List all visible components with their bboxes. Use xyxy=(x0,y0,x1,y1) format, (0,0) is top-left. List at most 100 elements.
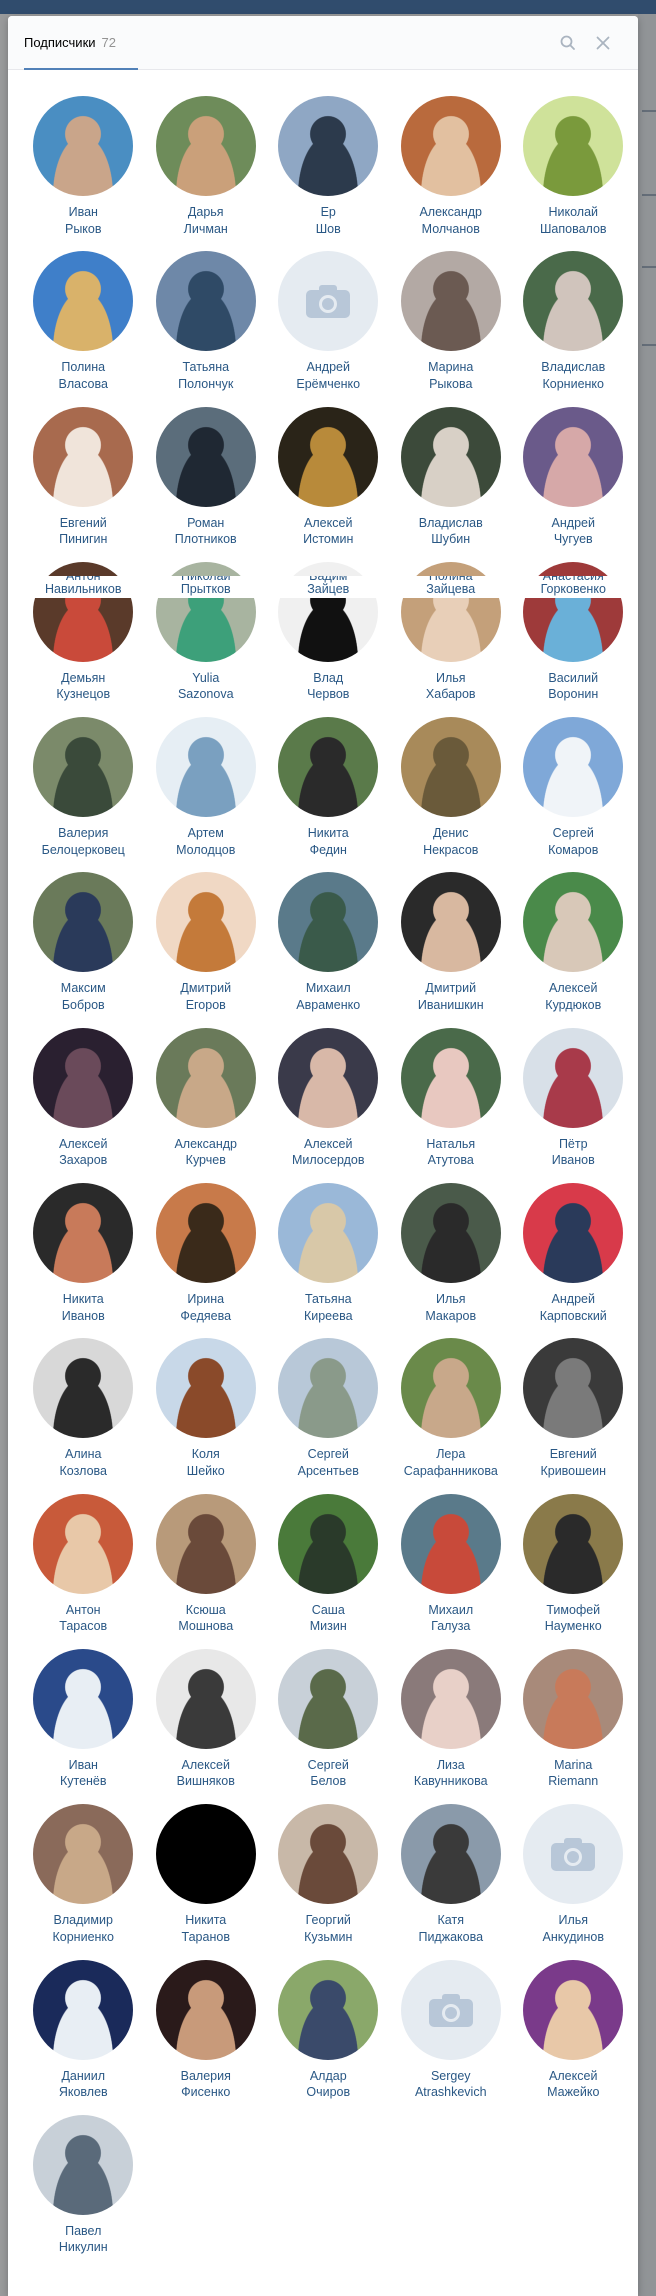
avatar[interactable] xyxy=(155,1804,256,1905)
follower-card[interactable]: Алексей Захаров xyxy=(22,1027,145,1183)
follower-name[interactable]: Катя Пиджакова xyxy=(392,1912,510,1945)
avatar[interactable] xyxy=(523,1338,624,1439)
avatar[interactable] xyxy=(278,406,379,507)
follower-name[interactable]: Даниил Яковлев xyxy=(24,2068,142,2101)
follower-card[interactable]: Сергей Комаров xyxy=(512,717,635,872)
follower-name[interactable]: Никита Таранов xyxy=(147,1912,265,1945)
follower-card[interactable]: Дмитрий Егоров xyxy=(145,872,268,1027)
follower-name[interactable]: Александр Молчанов xyxy=(392,204,510,237)
avatar[interactable] xyxy=(155,1493,256,1594)
follower-name[interactable]: Алдар Очиров xyxy=(269,2068,387,2101)
overlapping-name[interactable]: Вадим Зайцев xyxy=(267,576,390,598)
follower-card[interactable]: Дарья Личман xyxy=(145,96,268,251)
avatar[interactable] xyxy=(155,872,256,973)
avatar[interactable] xyxy=(155,1338,256,1439)
avatar[interactable] xyxy=(523,251,624,352)
follower-card[interactable]: Владислав Корниенко xyxy=(512,251,635,406)
avatar[interactable] xyxy=(278,1959,379,2060)
follower-name[interactable]: Дмитрий Иванишкин xyxy=(392,980,510,1013)
follower-name[interactable]: Лера Сарафанникова xyxy=(392,1446,510,1479)
follower-name[interactable]: Yulia Sazonova xyxy=(147,670,265,703)
avatar[interactable] xyxy=(155,96,256,196)
follower-card[interactable]: Sergey Atrashkevich xyxy=(390,1959,513,2115)
avatar[interactable] xyxy=(33,717,134,818)
follower-name[interactable]: Ирина Федяева xyxy=(147,1291,265,1324)
avatar[interactable] xyxy=(400,1804,501,1905)
follower-card[interactable]: Сергей Арсентьев xyxy=(267,1338,390,1493)
follower-name[interactable]: Михаил Авраменко xyxy=(269,980,387,1013)
follower-name[interactable]: Алексей Истомин xyxy=(269,515,387,548)
follower-card[interactable]: Никита Иванов xyxy=(22,1183,145,1338)
follower-name[interactable]: Илья Анкудинов xyxy=(514,1912,632,1945)
avatar[interactable] xyxy=(523,96,624,196)
follower-card[interactable]: Денис Некрасов xyxy=(390,717,513,872)
follower-name[interactable]: Лиза Кавунникова xyxy=(392,1757,510,1790)
follower-name[interactable]: Дмитрий Егоров xyxy=(147,980,265,1013)
follower-card[interactable]: Полина Власова xyxy=(22,251,145,406)
follower-card[interactable]: Николай Шаповалов xyxy=(512,96,635,251)
follower-card[interactable]: Татьяна Полончук xyxy=(145,251,268,406)
follower-name[interactable]: Андрей Карповский xyxy=(514,1291,632,1324)
follower-name[interactable]: Георгий Кузьмин xyxy=(269,1912,387,1945)
follower-card[interactable]: Андрей Карповский xyxy=(512,1183,635,1338)
follower-name[interactable]: Илья Макаров xyxy=(392,1291,510,1324)
follower-name[interactable]: Ксюша Мошнова xyxy=(147,1602,265,1635)
follower-name[interactable]: Андрей Чугуев xyxy=(514,515,632,548)
follower-name[interactable]: Антон Тарасов xyxy=(24,1602,142,1635)
avatar[interactable] xyxy=(400,1648,501,1749)
follower-card[interactable]: Владислав Шубин xyxy=(390,406,513,562)
follower-card[interactable]: Алексей Вишняков xyxy=(145,1648,268,1804)
avatar[interactable] xyxy=(400,1183,501,1284)
avatar[interactable] xyxy=(523,1027,624,1128)
follower-name[interactable]: Валерия Фисенко xyxy=(147,2068,265,2101)
follower-name[interactable]: Татьяна Полончук xyxy=(147,359,265,392)
avatar[interactable] xyxy=(278,1183,379,1284)
follower-card[interactable]: Антон Тарасов xyxy=(22,1493,145,1649)
follower-name[interactable]: Владислав Шубин xyxy=(392,515,510,548)
follower-card[interactable]: Артем Молодцов xyxy=(145,717,268,872)
follower-card[interactable]: Андрей Ерёмченко xyxy=(267,251,390,406)
follower-name[interactable]: Валерия Белоцерковец xyxy=(24,825,142,858)
follower-name[interactable]: Марина Рыкова xyxy=(392,359,510,392)
follower-card[interactable]: Алексей Истомин xyxy=(267,406,390,562)
follower-card[interactable]: Михаил Галуза xyxy=(390,1493,513,1649)
follower-card[interactable]: Максим Бобров xyxy=(22,872,145,1027)
avatar[interactable] xyxy=(155,1959,256,2060)
follower-card[interactable]: Павел Никулин xyxy=(22,2114,145,2270)
overlapping-name[interactable]: Анастасия Горковенко xyxy=(512,576,635,598)
avatar[interactable] xyxy=(278,717,379,818)
follower-name[interactable]: Евгений Пинигин xyxy=(24,515,142,548)
follower-name[interactable]: Полина Власова xyxy=(24,359,142,392)
avatar[interactable] xyxy=(523,1959,624,2060)
follower-name[interactable]: Сергей Белов xyxy=(269,1757,387,1790)
avatar[interactable] xyxy=(33,1493,134,1594)
avatar-placeholder[interactable] xyxy=(278,251,379,352)
follower-card[interactable]: Алексей Мажейко xyxy=(512,1959,635,2115)
follower-name[interactable]: Sergey Atrashkevich xyxy=(392,2068,510,2101)
follower-name[interactable]: Коля Шейко xyxy=(147,1446,265,1479)
follower-card[interactable]: Алексей Милосердов xyxy=(267,1027,390,1183)
follower-card[interactable]: Алина Козлова xyxy=(22,1338,145,1493)
follower-name[interactable]: Алина Козлова xyxy=(24,1446,142,1479)
avatar[interactable] xyxy=(523,406,624,507)
follower-card[interactable]: Роман Плотников xyxy=(145,406,268,562)
follower-name[interactable]: Сергей Арсентьев xyxy=(269,1446,387,1479)
follower-name[interactable]: Александр Курчев xyxy=(147,1136,265,1169)
follower-name[interactable]: Алексей Вишняков xyxy=(147,1757,265,1790)
follower-name[interactable]: Алексей Милосердов xyxy=(269,1136,387,1169)
follower-card[interactable]: Валерия Белоцерковец xyxy=(22,717,145,872)
follower-name[interactable]: Павел Никулин xyxy=(24,2223,142,2256)
avatar[interactable] xyxy=(155,717,256,818)
avatar[interactable] xyxy=(278,1648,379,1749)
avatar[interactable] xyxy=(278,1493,379,1594)
follower-card[interactable]: Иван Кутенёв xyxy=(22,1648,145,1804)
follower-name[interactable]: Алексей Захаров xyxy=(24,1136,142,1169)
follower-card[interactable]: Ирина Федяева xyxy=(145,1183,268,1338)
avatar[interactable] xyxy=(400,1493,501,1594)
avatar-placeholder[interactable] xyxy=(523,1804,624,1905)
avatar[interactable] xyxy=(155,406,256,507)
follower-name[interactable]: Алексей Курдюков xyxy=(514,980,632,1013)
follower-card[interactable]: Сергей Белов xyxy=(267,1648,390,1804)
avatar[interactable] xyxy=(523,872,624,973)
avatar[interactable] xyxy=(33,2114,134,2215)
